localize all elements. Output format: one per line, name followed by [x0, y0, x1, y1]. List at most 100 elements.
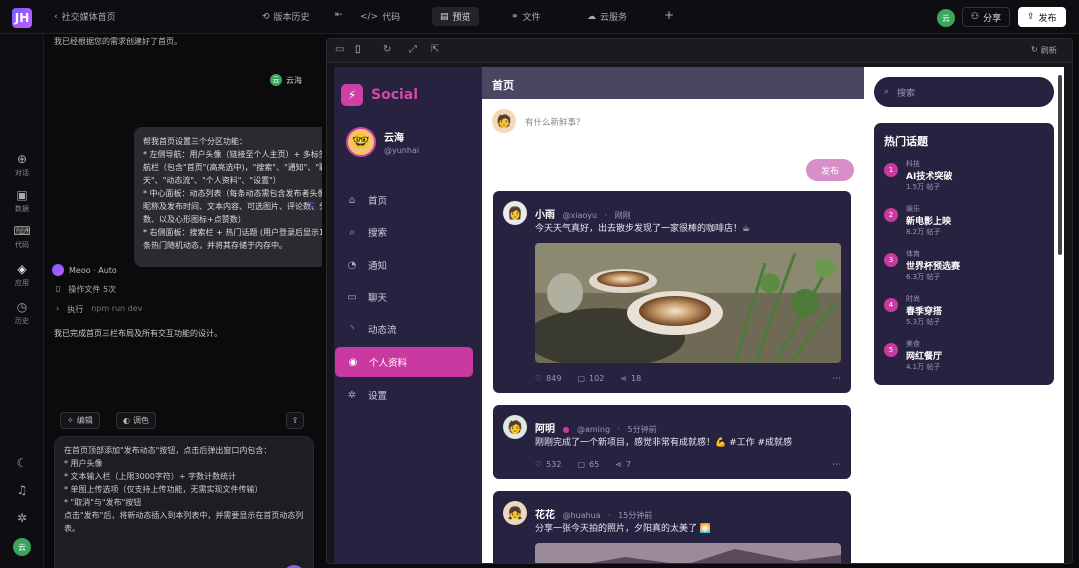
assistant-reply: 我已完成首页三栏布局及所有交互功能的设计。 [54, 329, 222, 338]
version-history-button[interactable]: ⟲ 版本历史 [262, 10, 310, 24]
tab-preview[interactable]: ▤ 预览 [432, 7, 479, 26]
composer-input[interactable]: 有什么新鲜事？ [525, 116, 585, 128]
user-icon: ◉ [348, 356, 358, 368]
post-card: 👧 花花 @huahua · 15分钟前 分享一张今天拍的照片，夕阳真的太美了 … [493, 491, 851, 563]
preview-panel: ▭ ▯ ↻ ⤢ ⇱ ↻ 刷新 ⚡ Social 🤓 云海 @yunhai ⌂ 首… [326, 38, 1073, 564]
link-icon: ⚭ [511, 11, 519, 22]
post-image[interactable] [535, 543, 841, 563]
scrollbar[interactable] [1058, 75, 1062, 255]
mobile-icon[interactable]: ▯ [355, 44, 361, 55]
like-button[interactable]: ♡ 532 [535, 460, 561, 469]
message-composer: ✧ 编辑 ◐ 调色 ⇪ 在首页顶部添加"发布动态"按钮，点击后弹出窗口内包含： … [54, 404, 314, 568]
external-link-icon[interactable]: ⇱ [431, 44, 439, 55]
project-title[interactable]: ‹ 社交媒体首页 [54, 10, 116, 24]
nav-feed[interactable]: ◝ 动态流 [334, 314, 482, 344]
share-button[interactable]: ⋖ 7 [615, 460, 631, 469]
nav-search[interactable]: ⌕ 搜索 [334, 217, 482, 247]
step-run[interactable]: › 执行 npm run dev [56, 304, 142, 315]
terminal-icon: › [56, 304, 60, 313]
rail-item-data[interactable]: ▣ 数据 [0, 188, 44, 214]
share-button[interactable]: ⚇ 分享 [962, 7, 1011, 27]
history-icon: ◷ [16, 300, 28, 314]
more-icon[interactable]: ⋯ [832, 374, 841, 384]
avatar: 🤓 [346, 127, 376, 157]
more-icon[interactable]: ⋯ [832, 460, 841, 470]
refresh-icon[interactable]: ↻ [383, 44, 391, 55]
rail-item-chat[interactable]: ⊕ 对话 [0, 152, 44, 178]
sparkle-icon: ✧ [67, 416, 74, 425]
trending-topics: 热门话题 1 科技 AI技术突破 1.5万 帖子 2 娱乐 新电影上映 8.2万… [874, 123, 1054, 385]
chat-icon: ⊕ [16, 152, 28, 166]
notifications-button[interactable]: ♫ [0, 483, 44, 499]
avatar[interactable]: 🧑 [503, 415, 527, 439]
search-input[interactable]: ⌕ 搜索 [874, 77, 1054, 107]
layout-icon: ▤ [440, 11, 449, 22]
user-message-bubble: 帮我首页设置三个分区功能： * 左侧导航：用户头像（链接至个人主页）+ 多标签导… [134, 127, 322, 267]
trend-item[interactable]: 5 美食 网红餐厅 4.1万 帖子 [884, 339, 1044, 379]
tab-files[interactable]: ⚭ 文件 [511, 10, 541, 24]
nav-chat[interactable]: ▭ 聊天 [334, 282, 482, 312]
rail-item-code[interactable]: ⌨ 代码 [0, 224, 44, 250]
avatar[interactable]: 👩 [503, 201, 527, 225]
compose-input[interactable]: 在首页顶部添加"发布动态"按钮，点击后弹出窗口内包含： * 用户头像 * 文本输… [54, 436, 314, 568]
publish-button[interactable]: ⇪ 发布 [1018, 7, 1066, 27]
nav-settings[interactable]: ✲ 设置 [334, 380, 482, 410]
assistant-message: 我已经根据您的需求创建好了首页。 [54, 37, 182, 46]
nav-home[interactable]: ⌂ 首页 [334, 185, 482, 215]
trend-item[interactable]: 3 体育 世界杯预选赛 6.3万 帖子 [884, 249, 1044, 289]
avatar[interactable]: 👧 [503, 501, 527, 525]
rail-item-history[interactable]: ◷ 历史 [0, 300, 44, 326]
post-image[interactable] [535, 243, 841, 363]
heart-icon: ♡ [535, 374, 543, 383]
upload-icon: ⇪ [291, 416, 299, 425]
share-icon: ⋖ [620, 374, 627, 383]
settings-button[interactable]: ✲ [0, 511, 44, 527]
avatar: 🧑 [492, 109, 516, 133]
bell-icon: ◔ [347, 259, 357, 271]
bell-icon: ♫ [16, 483, 28, 497]
feed-column: 首页 🧑 有什么新鲜事？ 发布 👩 小雨 @xiaoyu · 刚刚 今天天气真好… [482, 67, 864, 563]
attach-button[interactable]: ⇪ [286, 412, 304, 429]
nav-profile[interactable]: ◉ 个人资料 [335, 347, 473, 377]
trend-item[interactable]: 2 娱乐 新电影上映 8.2万 帖子 [884, 204, 1044, 244]
publish-post-button[interactable]: 发布 [806, 159, 854, 181]
user-avatar[interactable]: 云 [937, 9, 955, 27]
search-icon: ⌕ [349, 226, 355, 238]
like-button[interactable]: ♡ 849 [535, 374, 561, 383]
comment-button[interactable]: ▢ 65 [577, 460, 599, 469]
post-text: 今天天气真好，出去散步发现了一家很棒的咖啡店！☕ [535, 224, 751, 234]
history-icon: ⟲ [262, 11, 270, 22]
top-bar: JH ‹ 社交媒体首页 ⟲ 版本历史 ⇤ </> 代码 ▤ 预览 ⚭ 文件 ☁ … [0, 0, 1079, 34]
collapse-panel-icon[interactable]: ⇤ [335, 10, 343, 20]
copy-icon[interactable]: ⎘ [308, 202, 315, 212]
refresh-icon: ↻ [1031, 45, 1038, 54]
preview-toolbar: ▭ ▯ ↻ ⤢ ⇱ ↻ 刷新 [327, 39, 1072, 63]
heart-icon: ♡ [535, 460, 543, 469]
rail-item-apps[interactable]: ◈ 应用 [0, 262, 44, 288]
desktop-icon[interactable]: ▭ [335, 44, 344, 55]
comment-button[interactable]: ▢ 102 [577, 374, 604, 383]
step-file-ops[interactable]: ▯ 操作文件 5次 [56, 284, 116, 295]
home-icon: ⌂ [348, 194, 356, 206]
tab-cloud[interactable]: ☁ 云服务 [587, 10, 627, 24]
palette-chip[interactable]: ◐ 调色 [116, 412, 156, 429]
sidebar-profile[interactable]: 🤓 云海 @yunhai [346, 127, 419, 157]
tab-code[interactable]: </> 代码 [360, 10, 400, 24]
reload-button[interactable]: ↻ 刷新 [1031, 45, 1057, 56]
edit-chip[interactable]: ✧ 编辑 [60, 412, 100, 429]
code-icon: </> [360, 11, 379, 22]
expand-icon[interactable]: ⤢ [409, 44, 417, 55]
app-logo[interactable]: JH [12, 8, 32, 28]
file-icon: ▯ [56, 284, 61, 293]
theme-toggle[interactable]: ☾ [0, 456, 44, 472]
brand[interactable]: ⚡ Social [341, 84, 418, 106]
nav-notifications[interactable]: ◔ 通知 [334, 250, 482, 280]
trend-item[interactable]: 4 时尚 春季穿搭 5.3万 帖子 [884, 294, 1044, 334]
add-tab-icon[interactable]: + [664, 8, 674, 22]
post-stats: ♡ 532 ▢ 65 ⋖ 7 [535, 460, 631, 469]
trend-item[interactable]: 1 科技 AI技术突破 1.5万 帖子 [884, 159, 1044, 199]
trends-title: 热门话题 [884, 135, 928, 148]
account-avatar[interactable]: 云 [13, 538, 31, 556]
share-button[interactable]: ⋖ 18 [620, 374, 641, 383]
cube-icon: ◈ [17, 262, 27, 276]
